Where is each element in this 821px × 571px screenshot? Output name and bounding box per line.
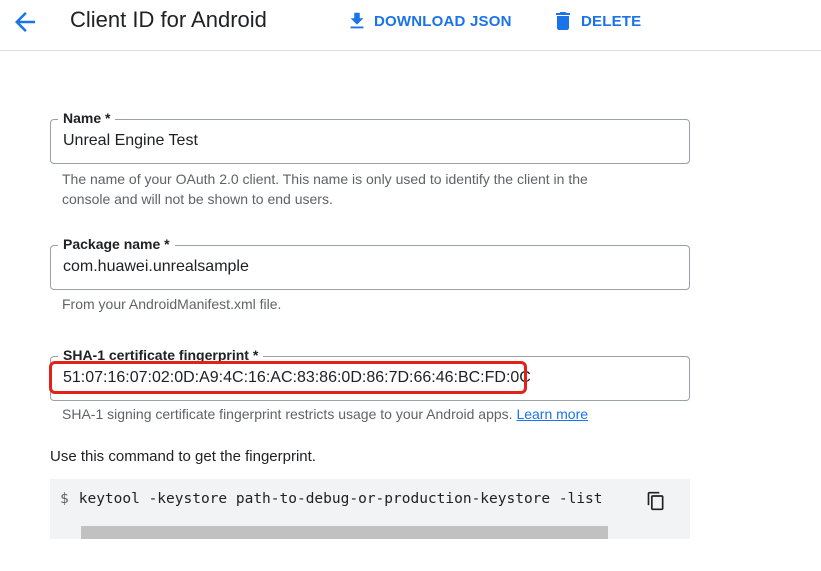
sha1-helper-message: SHA-1 signing certificate fingerprint re… [62,406,513,422]
code-horizontal-scrollbar[interactable] [81,526,608,539]
name-field-label: Name * [58,109,116,127]
name-field-value: Unreal Engine Test [63,132,198,149]
sha1-field-value: 51:07:16:07:02:0D:A9:4C:16:AC:83:86:0D:8… [63,369,531,386]
sha1-field-label: SHA-1 certificate fingerprint * [58,346,264,364]
download-icon [350,12,364,29]
package-name-field-label: Package name * [58,235,175,253]
learn-more-link[interactable]: Learn more [516,406,588,422]
name-helper-line-2: console and will not be shown to end use… [62,191,333,207]
sha1-fingerprint-field[interactable]: SHA-1 certificate fingerprint * 51:07:16… [50,346,690,401]
copy-command-button[interactable] [646,490,666,512]
name-helper-line-1: The name of your OAuth 2.0 client. This … [62,171,588,187]
command-code-text: $ keytool -keystore path-to-debug-or-prod… [60,491,603,507]
page-header: Client ID for Android DOWNLOAD JSON DELE… [0,0,821,51]
name-helper-text: The name of your OAuth 2.0 client. This … [62,169,588,209]
command-code-block: $ keytool -keystore path-to-debug-or-prod… [50,479,690,539]
package-name-field-value: com.huawei.unrealsample [63,258,249,275]
trash-icon [556,12,570,30]
delete-button[interactable]: DELETE [551,8,641,34]
command-intro-text: Use this command to get the fingerprint. [50,448,316,465]
package-name-field[interactable]: Package name * com.huawei.unrealsample [50,235,690,290]
package-helper-text: From your AndroidManifest.xml file. [62,296,282,312]
page-title: Client ID for Android [70,7,267,32]
download-json-button[interactable]: DOWNLOAD JSON [346,8,512,34]
copy-icon [647,491,664,511]
sha1-helper-text: SHA-1 signing certificate fingerprint re… [62,404,588,424]
command-text: keytool -keystore path-to-debug-or-produ… [78,491,603,507]
name-field[interactable]: Name * Unreal Engine Test [50,109,690,164]
arrow-back-icon [15,12,35,32]
back-button[interactable] [10,7,40,37]
delete-label: DELETE [581,12,642,30]
download-json-label: DOWNLOAD JSON [374,12,512,30]
command-prompt: $ [60,491,69,507]
